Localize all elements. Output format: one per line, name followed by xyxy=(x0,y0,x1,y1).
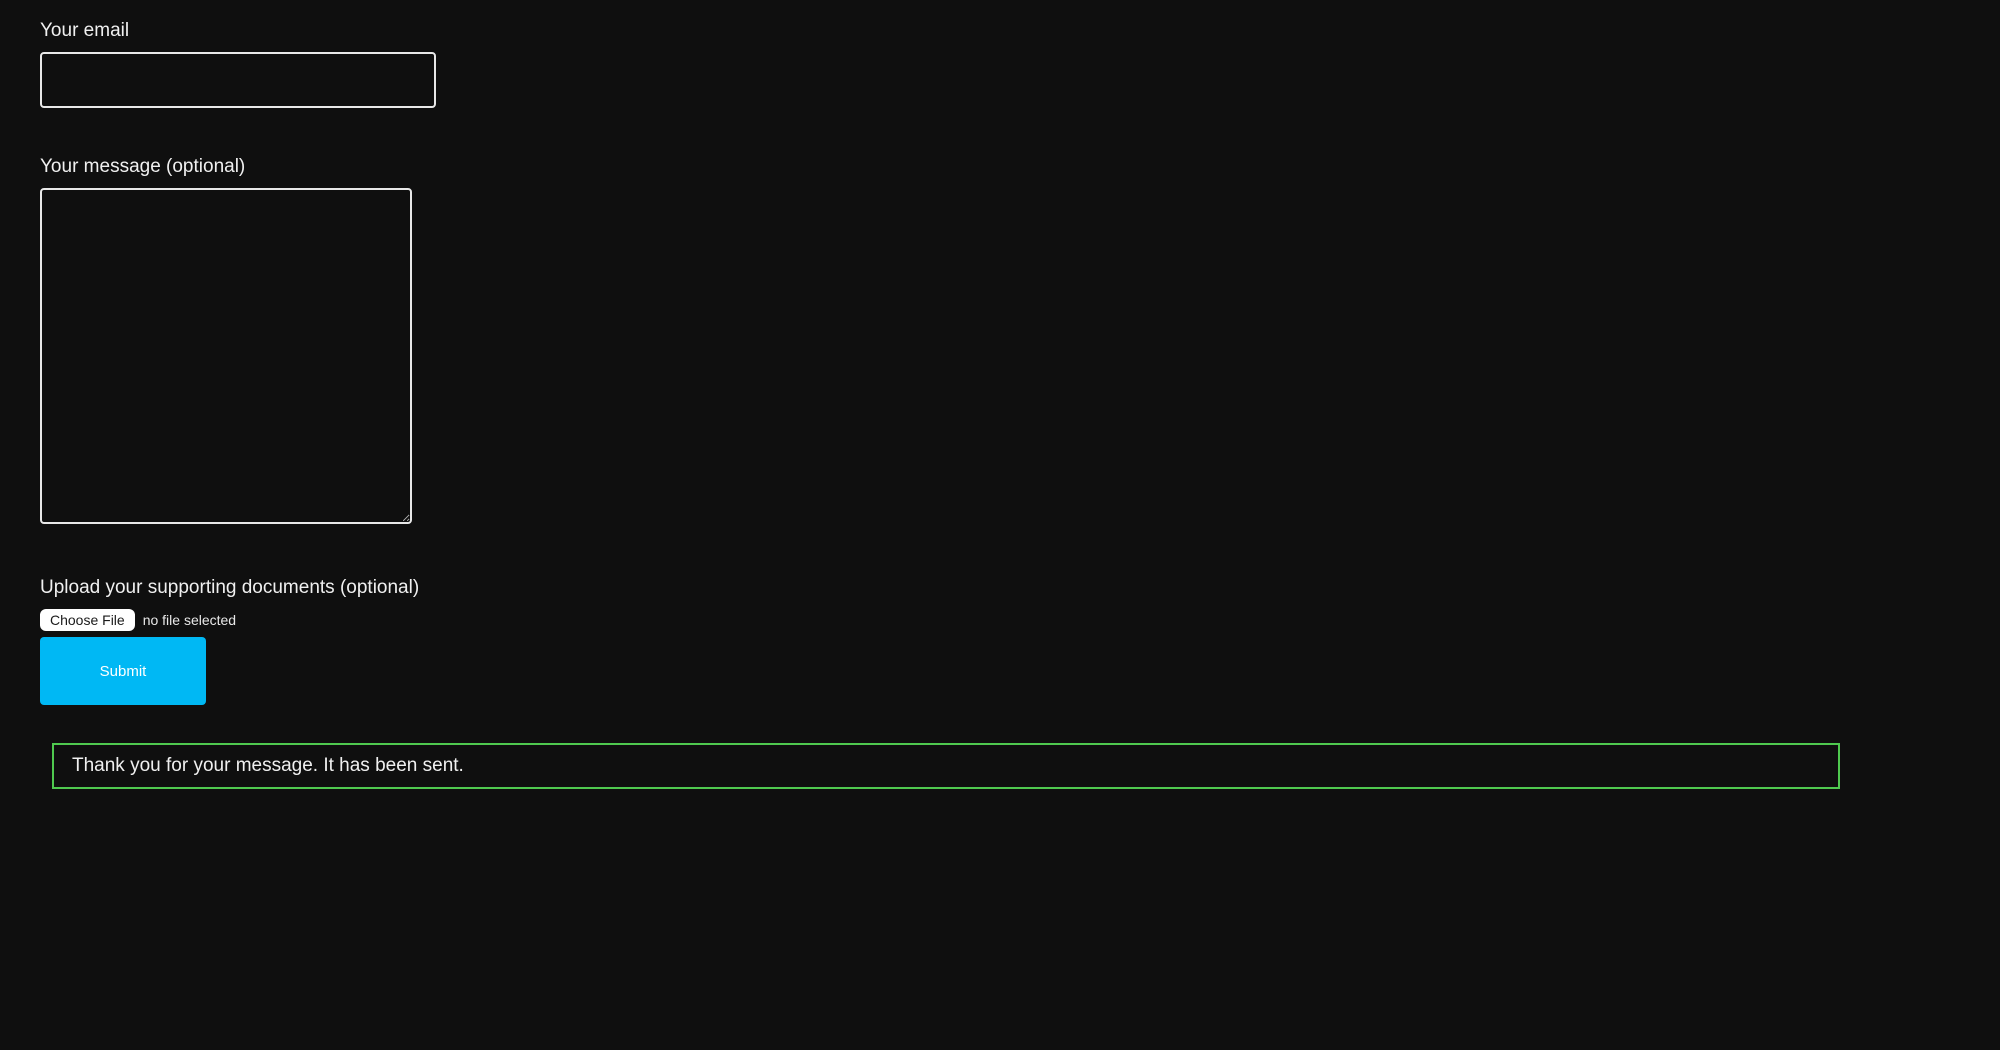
email-label: Your email xyxy=(40,20,1960,42)
email-input[interactable] xyxy=(40,52,436,108)
message-textarea[interactable] xyxy=(40,188,412,524)
submit-button[interactable]: Submit xyxy=(40,637,206,705)
choose-file-button[interactable]: Choose File xyxy=(40,609,135,631)
message-label: Your message (optional) xyxy=(40,156,1960,178)
success-notification: Thank you for your message. It has been … xyxy=(52,743,1840,789)
file-status-text: no file selected xyxy=(143,612,236,628)
upload-label: Upload your supporting documents (option… xyxy=(40,577,1960,599)
